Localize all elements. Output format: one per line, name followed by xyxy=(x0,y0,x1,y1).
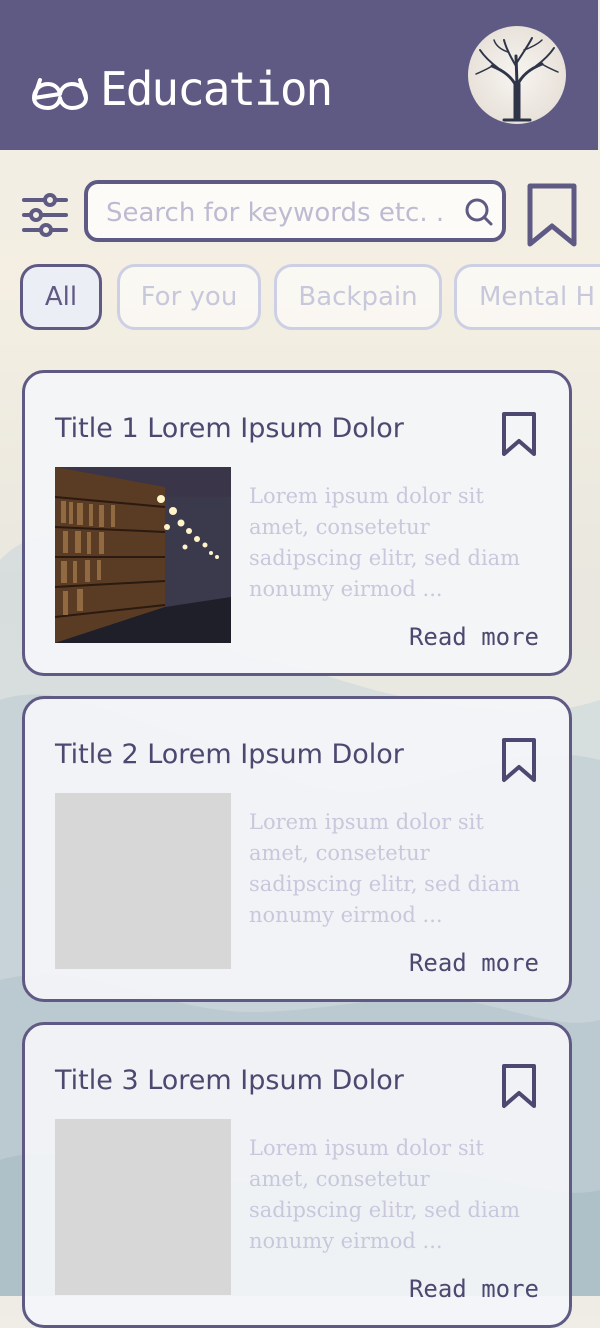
card-excerpt: Lorem ipsum dolor sit amet, consetetur s… xyxy=(249,1136,521,1253)
avatar[interactable] xyxy=(468,26,566,124)
page-title: Education xyxy=(100,62,333,116)
article-card[interactable]: Title 1 Lorem Ipsum Dolor Lorem ipsum do… xyxy=(22,370,572,676)
chip-all[interactable]: All xyxy=(20,264,102,330)
glasses-icon xyxy=(32,78,88,110)
search-icon[interactable] xyxy=(464,197,494,227)
bookmark-icon[interactable] xyxy=(501,737,537,783)
image-placeholder xyxy=(55,1119,231,1295)
bookmark-icon[interactable] xyxy=(526,182,578,248)
library-image xyxy=(55,467,231,643)
card-title: Title 3 Lorem Ipsum Dolor xyxy=(55,1065,404,1096)
chip-backpain[interactable]: Backpain xyxy=(274,264,442,330)
search-input[interactable] xyxy=(104,194,448,232)
card-excerpt: Lorem ipsum dolor sit amet, consetetur s… xyxy=(249,484,521,601)
bookmark-icon[interactable] xyxy=(501,411,537,457)
card-title: Title 2 Lorem Ipsum Dolor xyxy=(55,739,404,770)
read-more-link[interactable]: Read more xyxy=(409,623,539,651)
tree-icon xyxy=(475,37,559,122)
read-more-link[interactable]: Read more xyxy=(409,1275,539,1303)
library-photo xyxy=(55,467,231,643)
article-card[interactable]: Title 3 Lorem Ipsum Dolor Lorem ipsum do… xyxy=(22,1022,572,1328)
category-chips: All For you Backpain Mental H xyxy=(20,264,600,332)
chip-for-you[interactable]: For you xyxy=(117,264,261,330)
read-more-link[interactable]: Read more xyxy=(409,949,539,977)
sliders-icon[interactable] xyxy=(22,192,68,238)
app-header: Education xyxy=(0,0,598,150)
search-bar xyxy=(84,180,506,242)
chip-mental-health[interactable]: Mental H xyxy=(454,264,600,330)
card-excerpt: Lorem ipsum dolor sit amet, consetetur s… xyxy=(249,810,521,927)
image-placeholder xyxy=(55,793,231,969)
bookmark-icon[interactable] xyxy=(501,1063,537,1109)
card-title: Title 1 Lorem Ipsum Dolor xyxy=(55,413,404,444)
article-card[interactable]: Title 2 Lorem Ipsum Dolor Lorem ipsum do… xyxy=(22,696,572,1002)
